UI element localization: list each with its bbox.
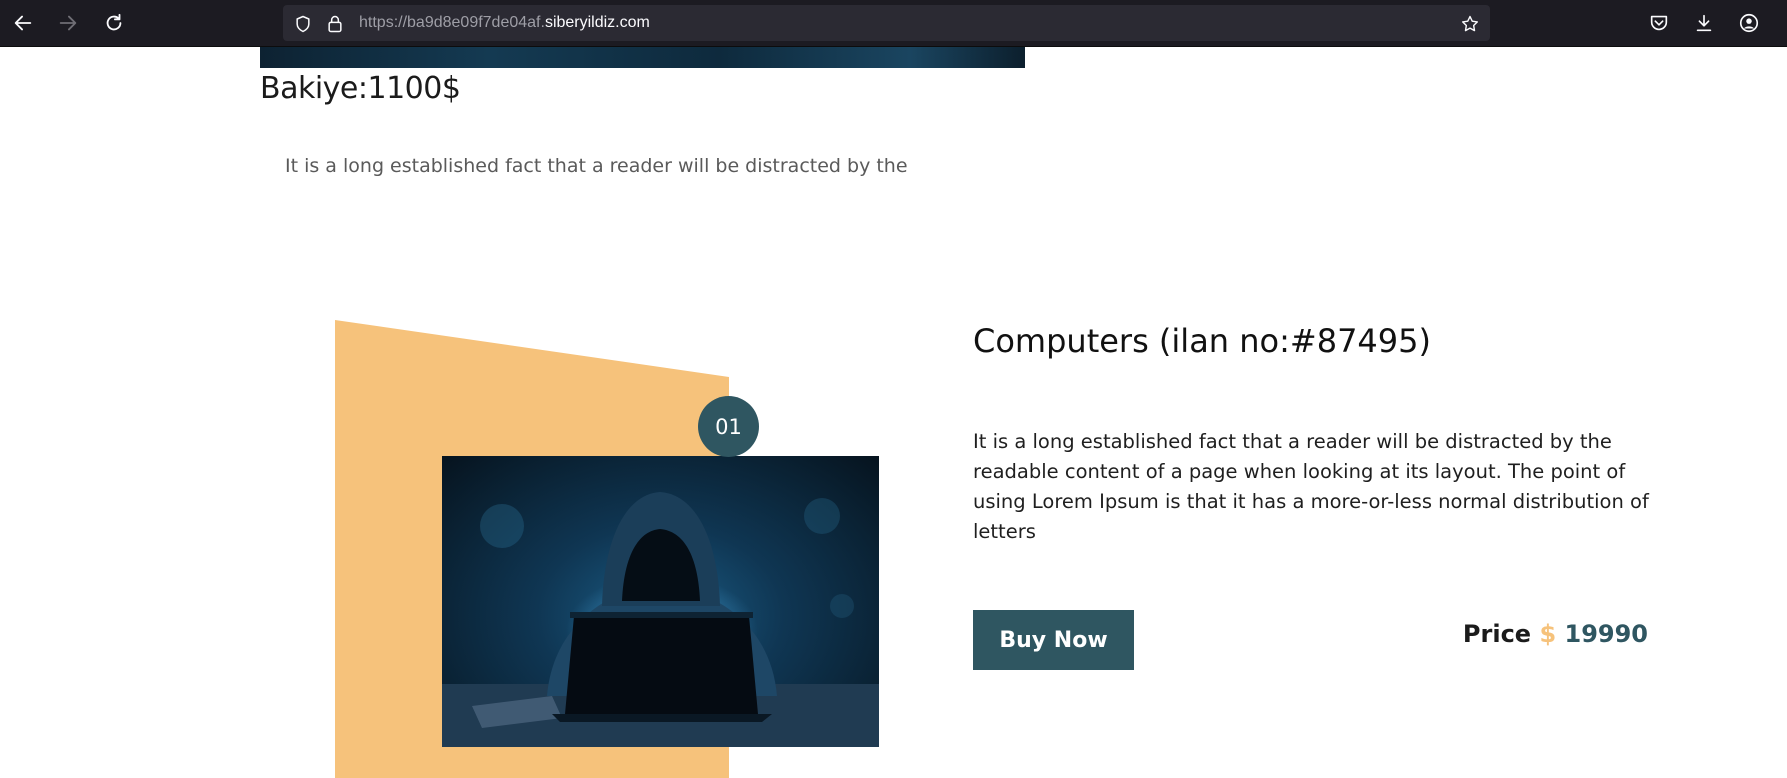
browser-toolbar: https://ba9d8e09f7de04af.siberyildiz.com (0, 0, 1787, 47)
price-value: 19990 (1564, 620, 1649, 648)
account-button[interactable] (1734, 8, 1764, 38)
previous-listing-image (260, 47, 1025, 68)
download-icon (1696, 14, 1712, 32)
address-bar[interactable]: https://ba9d8e09f7de04af.siberyildiz.com (283, 5, 1490, 41)
price-currency: $ (1539, 620, 1557, 648)
listing-number-badge: 01 (698, 396, 759, 457)
buy-now-button[interactable]: Buy Now (973, 610, 1134, 670)
product-description: It is a long established fact that a rea… (973, 430, 1649, 543)
url-host: siberyildiz.com (544, 14, 650, 31)
account-icon (1739, 13, 1759, 33)
forward-arrow-icon (59, 15, 77, 31)
back-arrow-icon (14, 15, 32, 31)
product-image (442, 456, 879, 747)
shield-icon[interactable] (293, 14, 313, 34)
price-label: Price (1462, 620, 1532, 648)
forward-button[interactable] (53, 8, 83, 38)
url-text: https://ba9d8e09f7de04af.siberyildiz.com (359, 14, 650, 32)
bookmark-star-icon[interactable] (1460, 14, 1480, 34)
product-title: Computers (ilan no:#87495) (973, 322, 1431, 360)
balance-heading: Bakiye:1100$ (260, 71, 461, 106)
hooded-hacker-illustration (442, 492, 879, 747)
reload-button[interactable] (99, 8, 129, 38)
url-prefix: https://ba9d8e09f7de04af. (359, 14, 545, 31)
lock-icon[interactable] (325, 14, 345, 34)
intro-text: It is a long established fact that a rea… (285, 155, 908, 177)
reload-icon (106, 13, 122, 31)
back-button[interactable] (8, 8, 38, 38)
price-display: Price $ 19990 (1463, 620, 1648, 648)
page-content: Bakiye:1100$ It is a long established fa… (0, 47, 1787, 778)
pocket-button[interactable] (1644, 8, 1674, 38)
downloads-button[interactable] (1689, 8, 1719, 38)
pocket-icon (1650, 15, 1668, 31)
